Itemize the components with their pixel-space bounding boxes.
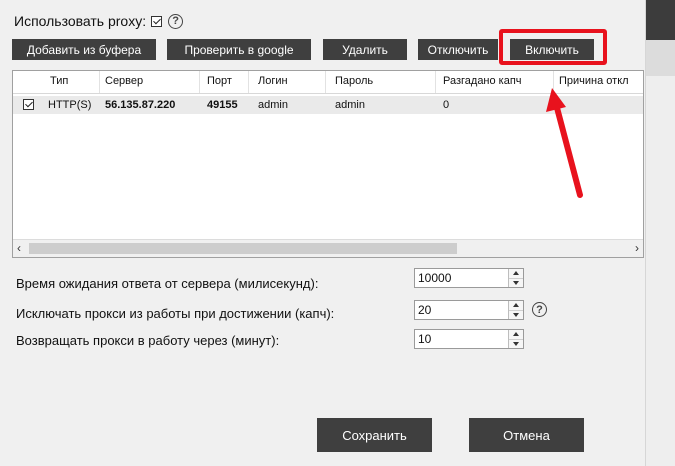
check-google-button[interactable]: Проверить в google	[167, 39, 311, 60]
row-checkbox[interactable]	[23, 99, 34, 110]
column-header-solved[interactable]: Разгадано капч	[443, 75, 522, 87]
timeout-value[interactable]: 10000	[418, 271, 451, 285]
cell-solved: 0	[443, 99, 450, 111]
background-window	[645, 0, 675, 466]
proxy-table: Тип Сервер Порт Логин Пароль Разгадано к…	[12, 70, 644, 258]
use-proxy-row: Использовать proxy: ?	[14, 11, 184, 31]
timeout-down-icon[interactable]	[509, 278, 523, 288]
save-button[interactable]: Сохранить	[317, 418, 432, 452]
scroll-right-icon[interactable]: ›	[635, 241, 639, 255]
exclude-stepper[interactable]: 20	[414, 300, 524, 320]
exclude-down-icon[interactable]	[509, 310, 523, 320]
help-icon[interactable]: ?	[168, 13, 184, 29]
table-row[interactable]: HTTP(S) 56.135.87.220 49155 admin admin …	[13, 96, 643, 114]
column-header-login[interactable]: Логин	[258, 75, 288, 87]
cell-server: 56.135.87.220	[105, 99, 176, 111]
timeout-label: Время ожидания ответа от сервера (милисе…	[16, 276, 319, 291]
use-proxy-label: Использовать proxy:	[14, 13, 147, 29]
column-header-port[interactable]: Порт	[207, 75, 232, 87]
cell-password: admin	[335, 99, 365, 111]
column-header-reason[interactable]: Причина откл	[559, 75, 629, 87]
background-window-titlebar	[646, 0, 675, 40]
cell-type: HTTP(S)	[48, 99, 92, 111]
exclude-help-icon[interactable]: ?	[532, 302, 547, 317]
horizontal-scrollbar[interactable]: ‹ ›	[13, 239, 643, 257]
return-down-icon[interactable]	[509, 339, 523, 349]
scroll-left-icon[interactable]: ‹	[17, 241, 21, 255]
column-header-server[interactable]: Сервер	[105, 75, 143, 87]
background-window-scrollbar	[646, 40, 675, 76]
enable-button-highlight	[499, 29, 607, 65]
timeout-stepper[interactable]: 10000	[414, 268, 524, 288]
timeout-up-icon[interactable]	[509, 269, 523, 278]
add-from-buffer-button[interactable]: Добавить из буфера	[12, 39, 156, 60]
cell-port: 49155	[207, 99, 238, 111]
table-header: Тип Сервер Порт Логин Пароль Разгадано к…	[13, 71, 643, 94]
column-header-type[interactable]: Тип	[50, 75, 68, 87]
return-up-icon[interactable]	[509, 330, 523, 339]
return-value[interactable]: 10	[418, 332, 431, 346]
delete-button[interactable]: Удалить	[323, 39, 407, 60]
exclude-up-icon[interactable]	[509, 301, 523, 310]
cell-login: admin	[258, 99, 288, 111]
return-label: Возвращать прокси в работу через (минут)…	[16, 333, 280, 348]
scrollbar-thumb[interactable]	[29, 243, 457, 254]
cancel-button[interactable]: Отмена	[469, 418, 584, 452]
column-header-password[interactable]: Пароль	[335, 75, 373, 87]
use-proxy-checkbox[interactable]	[151, 15, 163, 27]
disable-button[interactable]: Отключить	[418, 39, 498, 60]
exclude-value[interactable]: 20	[418, 303, 431, 317]
exclude-label: Исключать прокси из работы при достижени…	[16, 306, 335, 321]
return-stepper[interactable]: 10	[414, 329, 524, 349]
